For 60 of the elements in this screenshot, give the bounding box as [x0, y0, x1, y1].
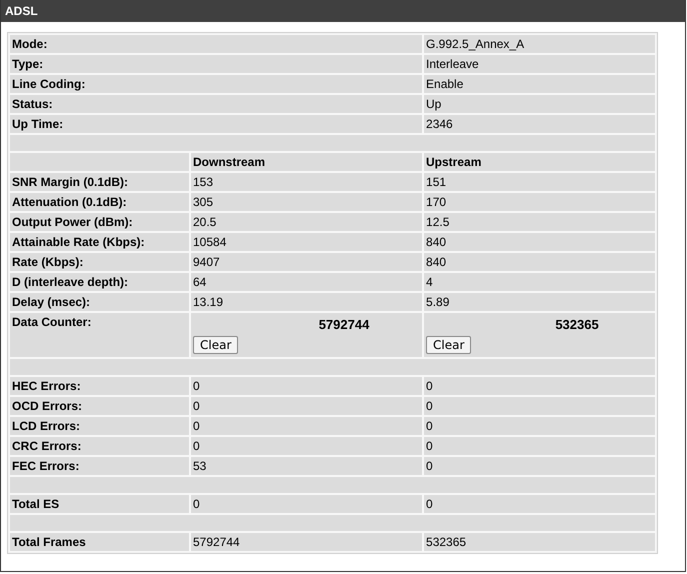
row-label: Delay (msec):	[10, 293, 189, 311]
row-label: Output Power (dBm):	[10, 213, 189, 231]
value-cell: 20.5	[191, 213, 422, 231]
value-cell: 840	[424, 233, 656, 251]
value-cell: 0	[191, 437, 422, 455]
counter-value: 5792744	[318, 317, 370, 332]
row-label: Type:	[10, 55, 422, 73]
value-cell: 0	[424, 417, 656, 435]
row-label: Line Coding:	[10, 75, 422, 93]
row-label: LCD Errors:	[10, 417, 189, 435]
column-header: Upstream	[424, 153, 656, 171]
value-cell: 153	[191, 173, 422, 191]
row-label: SNR Margin (0.1dB):	[10, 173, 189, 191]
row-label: Status:	[10, 95, 422, 113]
row-label: D (interleave depth):	[10, 273, 189, 291]
row-label: OCD Errors:	[10, 397, 189, 415]
row-label: Mode:	[10, 35, 422, 53]
value-cell: Up	[424, 95, 656, 113]
value-cell: 0	[191, 377, 422, 395]
value-cell: Interleave	[424, 55, 656, 73]
row-label: Up Time:	[10, 115, 422, 133]
value-cell: Enable	[424, 75, 656, 93]
value-cell: 53	[191, 457, 422, 475]
value-cell: 10584	[191, 233, 422, 251]
row-label: Data Counter:	[10, 313, 189, 357]
column-header: Downstream	[191, 153, 422, 171]
row-label: FEC Errors:	[10, 457, 189, 475]
value-cell: 170	[424, 193, 656, 211]
row-label: HEC Errors:	[10, 377, 189, 395]
value-cell: 0	[191, 495, 422, 513]
clear-button[interactable]: Clear	[193, 336, 238, 354]
counter-value: 532365	[555, 317, 599, 332]
value-cell: 5.89	[424, 293, 656, 311]
value-cell: 305	[191, 193, 422, 211]
row-label: Attenuation (0.1dB):	[10, 193, 189, 211]
value-cell: 4	[424, 273, 656, 291]
value-cell: 13.19	[191, 293, 422, 311]
row-label: Total ES	[10, 495, 189, 513]
value-cell: 12.5	[424, 213, 656, 231]
value-cell: 5792744	[191, 533, 422, 551]
value-cell: 0	[191, 397, 422, 415]
value-cell: 0	[424, 495, 656, 513]
value-cell: 64	[191, 273, 422, 291]
value-cell: 151	[424, 173, 656, 191]
value-cell: 9407	[191, 253, 422, 271]
value-cell: 840	[424, 253, 656, 271]
row-label: Attainable Rate (Kbps):	[10, 233, 189, 251]
value-cell: 0	[424, 377, 656, 395]
value-cell: 0	[424, 437, 656, 455]
value-cell: 532365	[424, 533, 656, 551]
clear-button[interactable]: Clear	[426, 336, 472, 354]
value-cell: 0	[424, 397, 656, 415]
value-cell: 0	[191, 417, 422, 435]
row-label: Rate (Kbps):	[10, 253, 189, 271]
row-label: CRC Errors:	[10, 437, 189, 455]
panel-title: ADSL	[1, 0, 685, 22]
row-label: Total Frames	[10, 533, 189, 551]
value-cell: 2346	[424, 115, 656, 133]
value-cell: G.992.5_Annex_A	[424, 35, 656, 53]
value-cell: 0	[424, 457, 656, 475]
